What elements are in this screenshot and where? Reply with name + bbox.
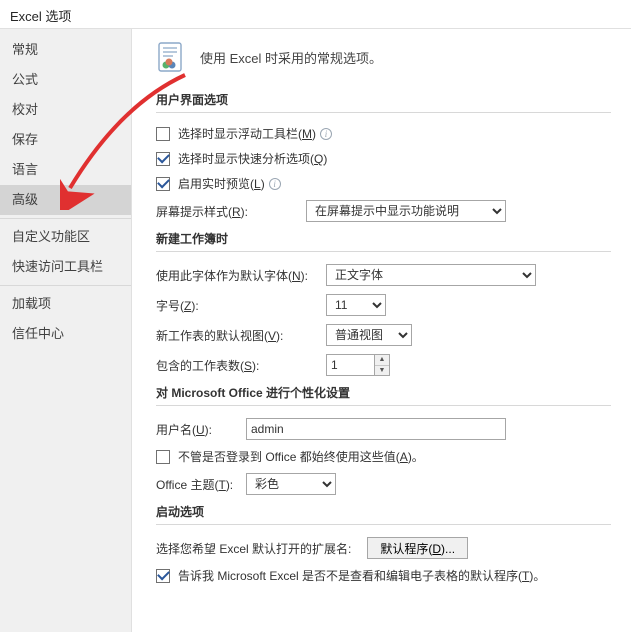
checkbox-live-preview[interactable]: 启用实时预览(L) xyxy=(156,175,611,192)
checkbox-label: 选择时显示浮动工具栏(M) xyxy=(178,125,316,142)
sidebar-item-addins[interactable]: 加载项 xyxy=(0,289,131,319)
checkbox-icon xyxy=(156,177,170,191)
sidebar-item-formulas[interactable]: 公式 xyxy=(0,65,131,95)
checkbox-icon xyxy=(156,450,170,464)
checkbox-icon xyxy=(156,127,170,141)
default-ext-label: 选择您希望 Excel 默认打开的扩展名: xyxy=(156,540,351,557)
sidebar: 常规 公式 校对 保存 语言 高级 自定义功能区 快速访问工具栏 加载项 信任中… xyxy=(0,29,132,632)
sidebar-item-general[interactable]: 常规 xyxy=(0,35,131,65)
main-container: 常规 公式 校对 保存 语言 高级 自定义功能区 快速访问工具栏 加载项 信任中… xyxy=(0,28,631,632)
row-default-view: 新工作表的默认视图(V): 普通视图 xyxy=(156,324,611,346)
checkbox-label: 不管是否登录到 Office 都始终使用这些值(A)。 xyxy=(178,448,424,465)
spinner-buttons[interactable]: ▲▼ xyxy=(374,354,390,376)
sidebar-item-language[interactable]: 语言 xyxy=(0,155,131,185)
section-ui-title: 用户界面选项 xyxy=(156,91,611,113)
checkbox-tell-default[interactable]: 告诉我 Microsoft Excel 是否不是查看和编辑电子表格的默认程序(T… xyxy=(156,567,611,584)
default-font-select[interactable]: 正文字体 xyxy=(326,264,536,286)
username-input[interactable] xyxy=(246,418,506,440)
sheet-count-label: 包含的工作表数(S): xyxy=(156,357,326,374)
options-icon xyxy=(156,41,188,73)
row-screentip-style: 屏幕提示样式(R): 在屏幕提示中显示功能说明 xyxy=(156,200,611,222)
checkbox-label: 启用实时预览(L) xyxy=(178,175,265,192)
sidebar-item-customize-ribbon[interactable]: 自定义功能区 xyxy=(0,222,131,252)
header-row: 使用 Excel 时采用的常规选项。 xyxy=(156,41,611,73)
info-icon xyxy=(269,178,281,190)
info-icon xyxy=(320,128,332,140)
header-text: 使用 Excel 时采用的常规选项。 xyxy=(200,48,382,67)
checkbox-label: 选择时显示快速分析选项(Q) xyxy=(178,150,327,167)
checkbox-icon xyxy=(156,569,170,583)
sidebar-item-trust-center[interactable]: 信任中心 xyxy=(0,319,131,349)
checkbox-label: 告诉我 Microsoft Excel 是否不是查看和编辑电子表格的默认程序(T… xyxy=(178,567,545,584)
screentip-select[interactable]: 在屏幕提示中显示功能说明 xyxy=(306,200,506,222)
sidebar-item-advanced[interactable]: 高级 xyxy=(0,185,131,215)
row-sheet-count: 包含的工作表数(S): ▲▼ xyxy=(156,354,611,376)
row-office-theme: Office 主题(T): 彩色 xyxy=(156,473,611,495)
theme-label: Office 主题(T): xyxy=(156,476,246,493)
checkbox-quick-analysis[interactable]: 选择时显示快速分析选项(Q) xyxy=(156,150,611,167)
font-size-label: 字号(Z): xyxy=(156,297,326,314)
theme-select[interactable]: 彩色 xyxy=(246,473,336,495)
default-view-select[interactable]: 普通视图 xyxy=(326,324,412,346)
default-view-label: 新工作表的默认视图(V): xyxy=(156,327,326,344)
row-default-ext: 选择您希望 Excel 默认打开的扩展名: 默认程序(D)... xyxy=(156,537,611,559)
checkbox-always-use[interactable]: 不管是否登录到 Office 都始终使用这些值(A)。 xyxy=(156,448,611,465)
section-start-title: 启动选项 xyxy=(156,503,611,525)
sidebar-item-quick-access[interactable]: 快速访问工具栏 xyxy=(0,252,131,282)
sidebar-separator-2 xyxy=(0,285,131,286)
checkbox-floating-toolbar[interactable]: 选择时显示浮动工具栏(M) xyxy=(156,125,611,142)
username-label: 用户名(U): xyxy=(156,421,246,438)
window-title: Excel 选项 xyxy=(0,0,631,28)
section-new-title: 新建工作簿时 xyxy=(156,230,611,252)
font-size-select[interactable]: 11 xyxy=(326,294,386,316)
sheet-count-input[interactable] xyxy=(326,354,374,376)
content-panel: 使用 Excel 时采用的常规选项。 用户界面选项 选择时显示浮动工具栏(M) … xyxy=(132,29,631,632)
row-font-size: 字号(Z): 11 xyxy=(156,294,611,316)
screentip-label: 屏幕提示样式(R): xyxy=(156,203,306,220)
row-default-font: 使用此字体作为默认字体(N): 正文字体 xyxy=(156,264,611,286)
section-pers-title: 对 Microsoft Office 进行个性化设置 xyxy=(156,384,611,406)
sidebar-item-save[interactable]: 保存 xyxy=(0,125,131,155)
sheet-count-spinner[interactable]: ▲▼ xyxy=(326,354,390,376)
sidebar-separator xyxy=(0,218,131,219)
default-font-label: 使用此字体作为默认字体(N): xyxy=(156,267,326,284)
row-username: 用户名(U): xyxy=(156,418,611,440)
sidebar-item-proofing[interactable]: 校对 xyxy=(0,95,131,125)
checkbox-icon xyxy=(156,152,170,166)
default-programs-button[interactable]: 默认程序(D)... xyxy=(367,537,468,559)
